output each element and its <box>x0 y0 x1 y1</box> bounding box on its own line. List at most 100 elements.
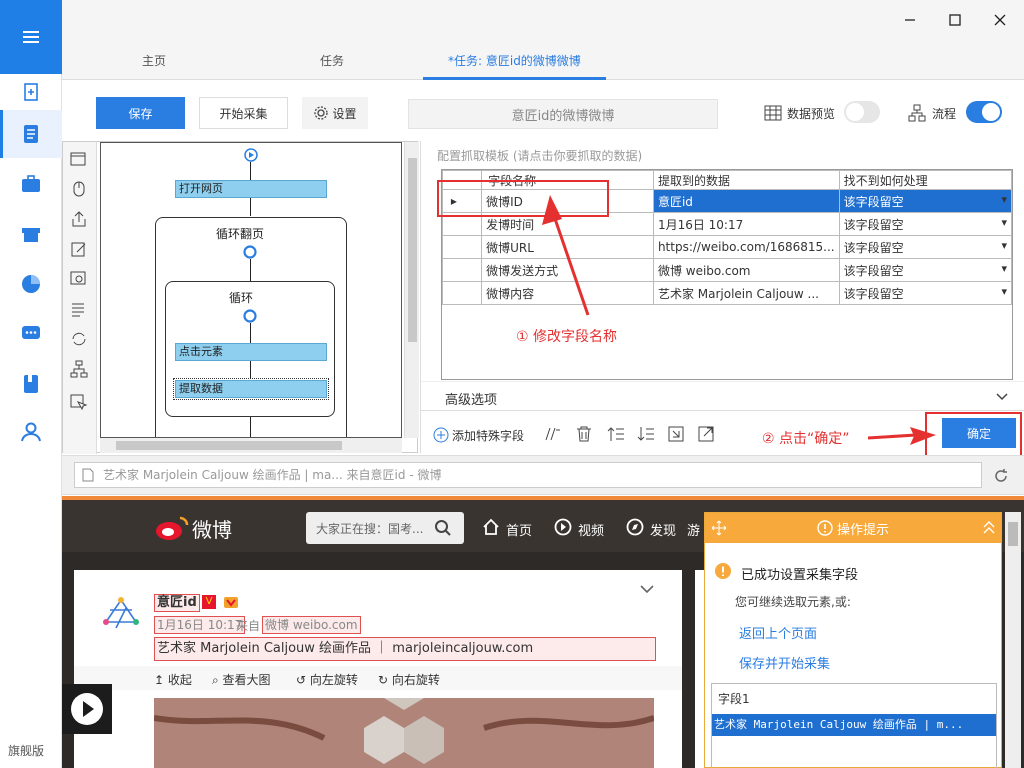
nav-home[interactable]: 首页 <box>506 520 532 539</box>
document-icon <box>24 125 38 143</box>
handling-select[interactable]: 该字段留空 <box>838 212 1013 236</box>
branch-tool-icon[interactable] <box>70 360 88 378</box>
search-icon[interactable] <box>434 519 452 537</box>
flow-horizontal-scrollbar[interactable] <box>100 438 402 453</box>
task-name-field[interactable]: 意匠id的微博微博 <box>408 99 718 129</box>
chevron-down-icon[interactable] <box>640 584 654 594</box>
extracted-value: 1月16日 10:17 <box>652 212 840 236</box>
collapse-up-icon[interactable] <box>983 521 995 535</box>
post-source[interactable]: 微博 weibo.com <box>262 616 361 634</box>
list-tool-icon[interactable] <box>70 300 88 318</box>
nav-video[interactable]: 视频 <box>578 520 604 539</box>
video-icon[interactable] <box>554 518 572 536</box>
chat-icon[interactable] <box>19 322 43 346</box>
move-up-icon[interactable] <box>607 425 625 443</box>
step-click-element[interactable]: 点击元素 <box>175 343 327 361</box>
cursor-tool-icon[interactable] <box>70 394 88 412</box>
flow-toggle[interactable] <box>966 101 1002 123</box>
browser-address-bar: 艺术家 Marjolein Caljouw 绘画作品 | ma... 来自意匠i… <box>62 455 1024 495</box>
handling-select[interactable]: 该字段留空 <box>838 258 1013 282</box>
scroll-thumb[interactable] <box>116 441 342 450</box>
rename-icon[interactable] <box>543 425 561 443</box>
data-preview-toggle[interactable] <box>844 101 880 123</box>
search-tool-icon[interactable] <box>70 270 88 288</box>
tab-bar: 主页 任务 *任务: 意匠id的微博微博 <box>62 0 1024 80</box>
field-preview-header: 字段1 <box>718 692 750 706</box>
drag-move-icon[interactable] <box>711 520 727 536</box>
new-task-icon[interactable] <box>19 80 43 104</box>
loop-tool-icon[interactable] <box>70 330 88 348</box>
nav-discover[interactable]: 发现 <box>650 520 676 539</box>
tab-home[interactable]: 主页 <box>142 52 166 69</box>
open-page-tool-icon[interactable] <box>70 150 88 168</box>
store-icon[interactable] <box>19 222 43 246</box>
nav-game[interactable]: 游 <box>687 520 700 539</box>
rotate-right-label: 向右旋转 <box>391 673 440 687</box>
rotate-left-button[interactable]: ↺ 向左旋转 <box>296 671 358 688</box>
save-and-start-link[interactable]: 保存并开始采集 <box>739 653 830 672</box>
tips-hint: 您可继续选取元素,或: <box>735 595 851 609</box>
click-tool-icon[interactable] <box>70 180 88 198</box>
add-circle-icon[interactable] <box>433 427 449 443</box>
post-username[interactable]: 意匠id <box>154 594 200 612</box>
home-icon[interactable] <box>482 518 500 536</box>
menu-button[interactable] <box>0 0 62 74</box>
toggle-knob <box>982 103 1000 121</box>
select-icon[interactable] <box>667 425 685 443</box>
verified-badge: V <box>202 595 216 609</box>
refresh-icon[interactable] <box>992 467 1010 485</box>
pie-chart-icon[interactable] <box>19 272 43 296</box>
scroll-thumb[interactable] <box>408 158 417 342</box>
weibo-search-box[interactable]: 大家正在搜：国考... <box>306 512 464 544</box>
user-icon[interactable] <box>19 420 43 444</box>
step-extract-data[interactable]: 提取数据 <box>173 378 329 400</box>
back-previous-page-link[interactable]: 返回上个页面 <box>739 623 817 642</box>
move-down-icon[interactable] <box>637 425 655 443</box>
settings-button[interactable]: 设置 <box>302 97 368 129</box>
compass-icon[interactable] <box>626 518 644 536</box>
save-button[interactable]: 保存 <box>96 97 185 129</box>
tips-header[interactable]: 操作提示 <box>705 513 1001 543</box>
close-icon[interactable] <box>990 10 1010 30</box>
post-content[interactable]: 艺术家 Marjolein Caljouw 绘画作品 ｜ marjoleinca… <box>154 637 656 661</box>
view-large-button[interactable]: ⌕ 查看大图 <box>212 671 271 688</box>
tab-task[interactable]: 任务 <box>320 52 344 69</box>
trash-icon[interactable] <box>575 425 593 443</box>
toggle-knob <box>846 103 864 121</box>
scroll-thumb[interactable] <box>1008 522 1018 546</box>
collapse-button[interactable]: ↥ 收起 <box>154 671 192 688</box>
operation-tips-panel: 操作提示 已成功设置采集字段 您可继续选取元素,或: 返回上个页面 保存并开始采… <box>704 512 1002 768</box>
start-collect-button[interactable]: 开始采集 <box>199 97 288 129</box>
advanced-options[interactable]: 高级选项 <box>421 381 1024 411</box>
post-image[interactable] <box>153 698 655 768</box>
hamburger-line <box>23 41 39 43</box>
rotate-right-button[interactable]: ↻ 向右旋转 <box>378 671 440 688</box>
post-time[interactable]: 1月16日 10:17 <box>154 616 246 634</box>
edit-tool-icon[interactable] <box>70 240 88 258</box>
chevron-down-icon <box>996 393 1008 401</box>
share-tool-icon[interactable] <box>70 210 88 228</box>
external-link-icon[interactable] <box>697 425 715 443</box>
left-sidebar: 旗舰版 <box>0 0 62 768</box>
web-vertical-scrollbar[interactable] <box>1005 512 1021 768</box>
tab-current-task[interactable]: *任务: 意匠id的微博微博 <box>448 52 581 69</box>
handling-select[interactable]: 该字段留空 <box>838 281 1013 305</box>
briefcase-icon[interactable] <box>19 172 43 196</box>
weibo-logo-text: 微博 <box>192 518 232 542</box>
url-input[interactable]: 艺术家 Marjolein Caljouw 绘画作品 | ma... 来自意匠i… <box>74 462 982 488</box>
book-icon[interactable] <box>19 372 43 396</box>
avatar[interactable] <box>98 592 144 638</box>
flow-canvas[interactable]: 打开网页 循环翻页 循环 点击元素 提取数据 <box>100 142 402 438</box>
handling-select[interactable]: 该字段留空 <box>838 189 1013 213</box>
maximize-icon[interactable] <box>945 10 965 30</box>
flow-vertical-scrollbar[interactable] <box>404 142 419 438</box>
video-play-button[interactable] <box>62 684 112 734</box>
annotation-arrow-right <box>867 427 936 445</box>
minimize-icon[interactable] <box>900 10 920 30</box>
step-open-page[interactable]: 打开网页 <box>175 180 327 198</box>
field-preview-value[interactable]: 艺术家 Marjolein Caljouw 绘画作品 | m... <box>712 714 996 736</box>
add-special-field-button[interactable]: 添加特殊字段 <box>452 427 524 444</box>
handling-select[interactable]: 该字段留空 <box>838 235 1013 259</box>
weibo-post-card: 意匠id V 1月16日 10:17 来自 微博 weibo.com 艺术家 M… <box>74 570 682 768</box>
flow-label: 流程 <box>932 107 957 121</box>
